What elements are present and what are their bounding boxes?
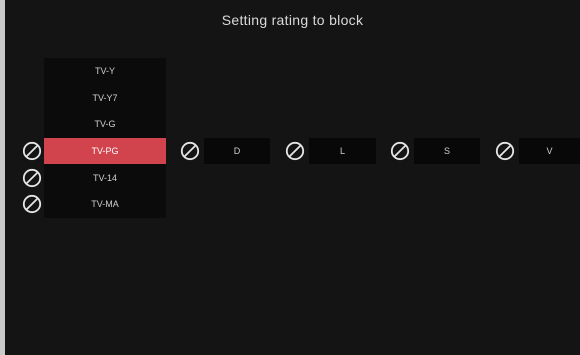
rating-item-tv-ma[interactable]: TV-MA [44,191,166,217]
block-icon [495,141,515,161]
rating-item-tv-y7[interactable]: TV-Y7 [44,85,166,111]
block-icon [22,141,42,161]
block-icon [22,194,42,214]
rating-item-tv-y[interactable]: TV-Y [44,58,166,84]
rating-item-tv-pg[interactable]: TV-PG [44,138,166,164]
rating-item-tv-g[interactable]: TV-G [44,111,166,137]
rating-block-screen: Setting rating to block TV-Y TV-Y7 TV-G … [5,0,580,355]
block-icon [22,168,42,188]
content-flag-d[interactable]: D [204,138,270,164]
block-icon [390,141,410,161]
content-flag-l[interactable]: L [309,138,376,164]
page-title: Setting rating to block [221,12,364,28]
content-flag-v[interactable]: V [519,138,580,164]
rating-list: TV-Y TV-Y7 TV-G TV-PG TV-14 TV-MA [44,58,166,218]
block-icon [180,141,200,161]
rating-item-tv-14[interactable]: TV-14 [44,165,166,191]
block-icon [285,141,305,161]
content-flag-s[interactable]: S [414,138,480,164]
